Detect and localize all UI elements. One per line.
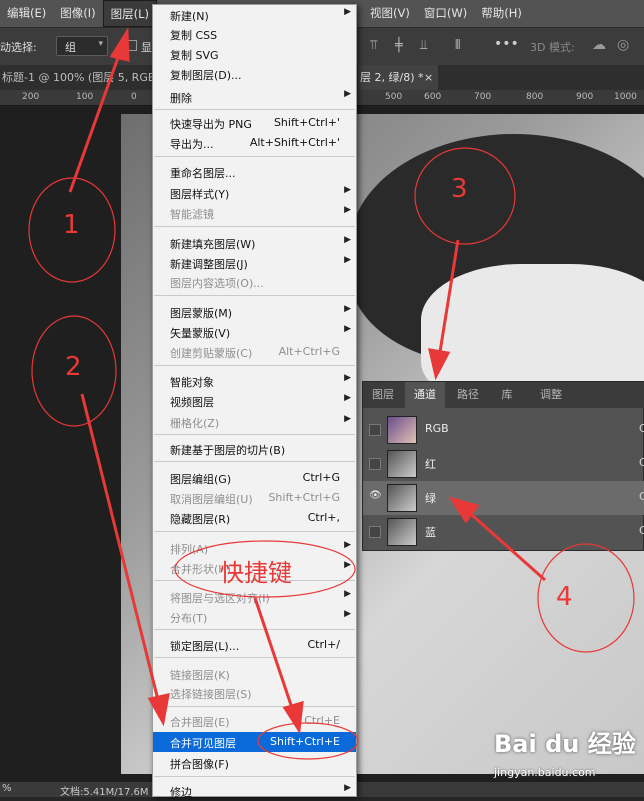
annotation-number-2: 2 [65,352,82,382]
arrow-2-head [147,693,170,727]
arrow-3-head [428,348,451,381]
arrow-1-head [109,27,130,62]
annotation-circle-4 [537,543,635,653]
arrow-shortcut-head [282,700,304,735]
arrow-3-shaft [438,239,460,353]
annotation-overlay [28,27,635,760]
arrow-shortcut-shaft [253,597,294,709]
arrow-2-shaft [80,393,160,701]
arrow-1-shaft [68,51,122,193]
annotation-number-3: 3 [451,174,468,204]
watermark-url: jingyan.baidu.com [494,766,596,779]
annotation-shortcut-label: 快捷键 [220,559,292,587]
annotation-number-4: 4 [556,582,573,612]
annotation-ellipse-shortcut-key [257,722,359,760]
watermark-logo: Bai du 经验 [494,730,636,758]
annotation-number-1: 1 [63,210,80,240]
arrow-4-shaft [471,513,546,582]
